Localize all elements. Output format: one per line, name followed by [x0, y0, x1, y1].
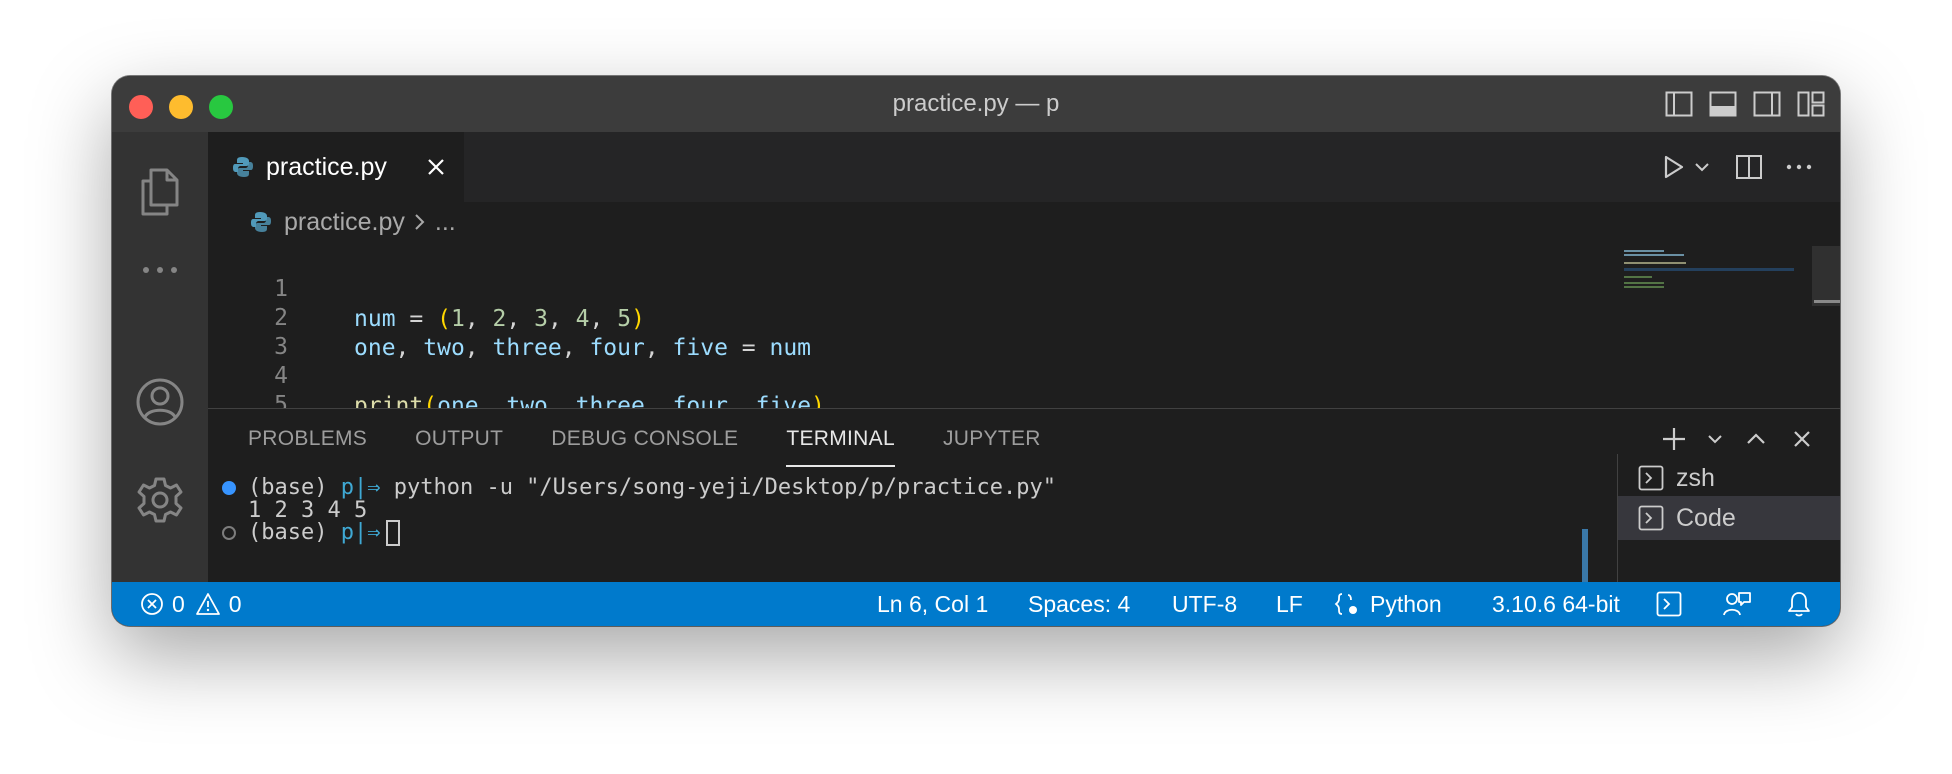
- prompt-separator: |⇒: [353, 520, 381, 545]
- tab-label: practice.py: [266, 152, 387, 181]
- settings-gear-icon[interactable]: [132, 472, 188, 528]
- language-mode[interactable]: Python: [1334, 582, 1442, 626]
- toggle-panel-icon[interactable]: [1708, 89, 1738, 119]
- command-success-decoration[interactable]: [222, 481, 236, 495]
- file-encoding[interactable]: UTF-8: [1172, 582, 1237, 626]
- maximize-panel-icon[interactable]: [1742, 425, 1770, 453]
- breadcrumb-symbols[interactable]: ...: [435, 208, 456, 237]
- warning-icon: [195, 593, 220, 615]
- prompt-env: (base): [248, 520, 328, 545]
- terminal-line: (base) p|⇒ python -u "/Users/song-yeji/D…: [248, 474, 1056, 502]
- tab-debug-console[interactable]: DEBUG CONSOLE: [551, 427, 738, 467]
- breadcrumb: practice.py ...: [208, 202, 456, 242]
- tab-output[interactable]: OUTPUT: [415, 427, 503, 467]
- explorer-icon[interactable]: [132, 164, 188, 220]
- terminal-toggle[interactable]: [1656, 582, 1682, 626]
- line-4-source: print(one, two, three, four, five): [354, 393, 825, 408]
- editor-scrollbar[interactable]: [1812, 246, 1840, 306]
- close-panel-icon[interactable]: [1788, 425, 1816, 453]
- prompt-dir: p: [340, 520, 354, 545]
- terminal-command: python -u "/Users/song-yeji/Desktop/p/pr…: [393, 475, 1056, 500]
- terminal-item-zsh[interactable]: zsh: [1618, 456, 1840, 500]
- tab-problems[interactable]: PROBLEMS: [248, 427, 367, 467]
- line-2-source: one, two, three, four, five = num: [354, 335, 812, 361]
- error-count: 0: [172, 590, 185, 617]
- warning-count: 0: [228, 590, 242, 617]
- problems-indicator[interactable]: 0 0: [140, 582, 242, 626]
- indentation-setting[interactable]: Spaces: 4: [1028, 582, 1130, 626]
- layout-controls: [1664, 89, 1826, 119]
- editor-actions: [1658, 152, 1814, 182]
- toggle-secondary-sidebar-icon[interactable]: [1752, 89, 1782, 119]
- terminal-icon: [1656, 591, 1682, 617]
- chevron-down-icon[interactable]: [1706, 425, 1724, 453]
- window-title: practice.py — p: [892, 90, 1060, 117]
- bell-icon: [1788, 592, 1810, 617]
- end-of-line[interactable]: LF: [1276, 582, 1303, 626]
- title-bar: practice.py — p: [112, 76, 1840, 132]
- panel-actions: [1660, 425, 1816, 453]
- code-line: 5: [208, 360, 291, 408]
- panel-tabs: PROBLEMS OUTPUT DEBUG CONSOLE TERMINAL J…: [248, 427, 1089, 467]
- chevron-right-icon: [415, 214, 425, 230]
- language-braces-icon: [1334, 593, 1357, 615]
- terminal-icon: [1638, 505, 1664, 531]
- status-bar: 0 0 Ln 6, Col 1 Spaces: 4 UTF-8 LF Pytho…: [112, 582, 1840, 626]
- cursor-position[interactable]: Ln 6, Col 1: [877, 582, 988, 626]
- minimap[interactable]: [1624, 244, 1794, 344]
- terminal-item-code[interactable]: Code: [1618, 496, 1840, 540]
- run-python-file-icon[interactable]: [1658, 152, 1714, 182]
- code-line: 4 print(one, two, three, four, five): [208, 331, 825, 408]
- vscode-window: practice.py — p practice.py practice.py …: [112, 76, 1840, 626]
- language-label: Python: [1370, 590, 1442, 617]
- python-file-icon: [251, 212, 271, 232]
- line-1-source: num = (1, 2, 3, 4, 5): [354, 306, 645, 332]
- scrollbar-cursor-marker: [1814, 300, 1840, 303]
- python-interpreter[interactable]: 3.10.6 64-bit: [1492, 582, 1620, 626]
- terminal-tabs-list: zsh Code: [1617, 454, 1840, 582]
- error-icon: [141, 593, 163, 615]
- close-tab-icon[interactable]: [424, 155, 448, 179]
- code-editor[interactable]: 1 num = (1, 2, 3, 4, 5) 2 one, two, thre…: [208, 244, 1738, 408]
- code-line: 2 one, two, three, four, five = num: [208, 273, 811, 361]
- toggle-primary-sidebar-icon[interactable]: [1664, 89, 1694, 119]
- terminal-output[interactable]: (base) p|⇒ python -u "/Users/song-yeji/D…: [208, 467, 1598, 613]
- new-terminal-icon[interactable]: [1660, 425, 1688, 453]
- command-pending-decoration[interactable]: [222, 526, 236, 540]
- code-line: 3: [208, 302, 291, 360]
- bottom-panel: PROBLEMS OUTPUT DEBUG CONSOLE TERMINAL J…: [208, 408, 1840, 613]
- customize-layout-icon[interactable]: [1796, 89, 1826, 119]
- split-editor-icon[interactable]: [1734, 152, 1764, 182]
- terminal-line: (base) p|⇒: [248, 519, 401, 547]
- activity-bar: [112, 132, 208, 582]
- live-share-feedback[interactable]: [1722, 582, 1752, 626]
- code-line: 1 num = (1, 2, 3, 4, 5): [208, 244, 645, 332]
- terminal-item-label: Code: [1676, 503, 1736, 532]
- more-actions-icon[interactable]: [1784, 152, 1814, 182]
- accounts-icon[interactable]: [132, 374, 188, 430]
- tab-practice-py[interactable]: practice.py: [208, 132, 464, 202]
- terminal-cursor: [386, 520, 401, 546]
- tab-jupyter[interactable]: JUPYTER: [943, 427, 1041, 467]
- breadcrumb-file[interactable]: practice.py: [284, 208, 405, 237]
- notifications[interactable]: [1786, 582, 1812, 626]
- terminal-icon: [1638, 465, 1664, 491]
- line-number: 5: [274, 392, 288, 408]
- tab-terminal[interactable]: TERMINAL: [786, 427, 895, 467]
- terminal-item-label: zsh: [1676, 463, 1715, 492]
- feedback-icon: [1723, 592, 1751, 616]
- more-views-icon[interactable]: [132, 242, 188, 298]
- python-file-icon: [233, 157, 253, 177]
- editor-tab-bar: practice.py: [208, 132, 1840, 202]
